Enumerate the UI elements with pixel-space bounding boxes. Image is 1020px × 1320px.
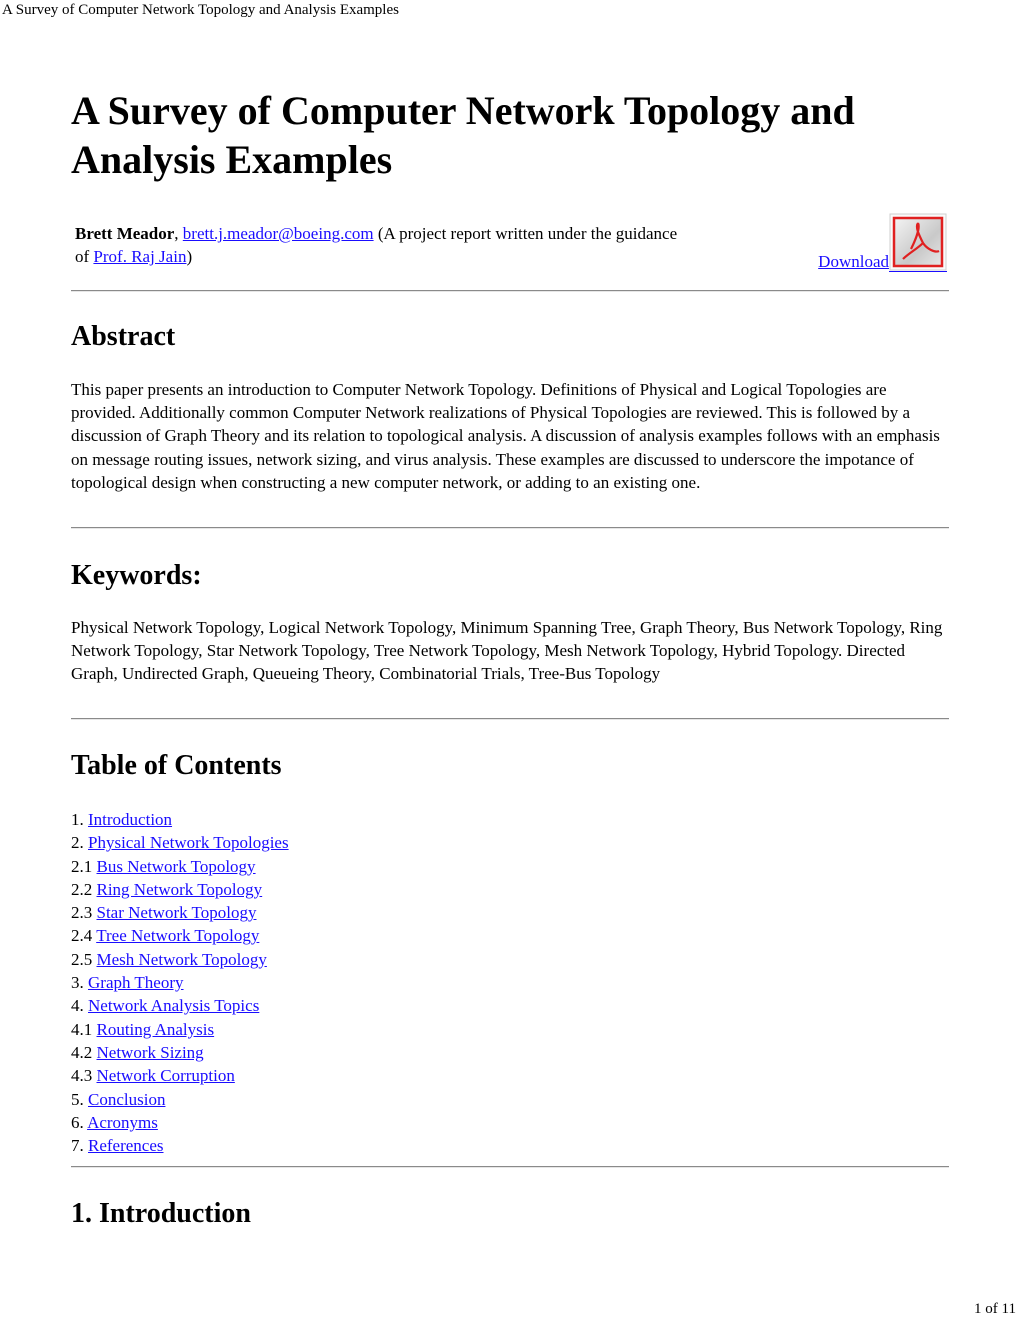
- toc-number: 3.: [71, 973, 84, 993]
- download-label: Download: [818, 252, 889, 271]
- table-of-contents: 1. Introduction 2. Physical Network Topo…: [71, 808, 289, 1157]
- toc-item-star-network-topology: 2.3 Star Network Topology: [71, 901, 289, 924]
- toc-item-graph-theory: 3. Graph Theory: [71, 971, 289, 994]
- author-email-link[interactable]: brett.j.meador@boeing.com: [183, 224, 374, 243]
- toc-link[interactable]: Acronyms: [87, 1113, 158, 1132]
- toc-link[interactable]: Bus Network Topology: [97, 857, 256, 876]
- toc-item-physical-network-topologies: 2. Physical Network Topologies: [71, 831, 289, 854]
- toc-number: 6.: [71, 1112, 84, 1132]
- toc-item-network-sizing: 4.2 Network Sizing: [71, 1041, 289, 1064]
- keywords-text: Physical Network Topology, Logical Netwo…: [71, 618, 943, 684]
- toc-link[interactable]: Introduction: [88, 810, 172, 829]
- toc-item-references: 7. References: [71, 1134, 289, 1157]
- toc-link[interactable]: Tree Network Topology: [96, 926, 259, 945]
- toc-number: 4.1: [71, 1019, 93, 1039]
- toc-link[interactable]: Ring Network Topology: [97, 880, 263, 899]
- toc-heading: Table of Contents: [71, 750, 282, 781]
- author-note-suffix: ): [186, 247, 193, 266]
- keywords-heading: Keywords:: [71, 560, 202, 591]
- toc-number: 7.: [71, 1136, 84, 1156]
- toc-number: 2.4: [71, 926, 93, 946]
- divider: [71, 718, 949, 720]
- toc-number: 4.: [71, 996, 84, 1016]
- toc-number: 2.1: [71, 856, 93, 876]
- toc-item-network-corruption: 4.3 Network Corruption: [71, 1064, 289, 1087]
- toc-item-routing-analysis: 4.1 Routing Analysis: [71, 1018, 289, 1041]
- download-area: Download: [818, 213, 947, 272]
- toc-number: 4.2: [71, 1042, 93, 1062]
- toc-item-introduction: 1. Introduction: [71, 808, 289, 831]
- toc-link[interactable]: Routing Analysis: [97, 1020, 215, 1039]
- toc-item-ring-network-topology: 2.2 Ring Network Topology: [71, 878, 289, 901]
- document-title: A Survey of Computer Network Topology an…: [71, 88, 855, 182]
- toc-item-network-analysis-topics: 4. Network Analysis Topics: [71, 994, 289, 1017]
- toc-link[interactable]: Mesh Network Topology: [97, 950, 267, 969]
- toc-item-bus-network-topology: 2.1 Bus Network Topology: [71, 855, 289, 878]
- divider: [71, 527, 949, 529]
- divider: [71, 290, 949, 292]
- toc-link[interactable]: References: [88, 1136, 164, 1155]
- author-separator: ,: [174, 224, 179, 243]
- toc-number: 2.: [71, 833, 84, 853]
- toc-item-mesh-network-topology: 2.5 Mesh Network Topology: [71, 948, 289, 971]
- toc-item-acronyms: 6. Acronyms: [71, 1111, 289, 1134]
- toc-link[interactable]: Graph Theory: [88, 973, 184, 992]
- toc-number: 1.: [71, 810, 84, 829]
- toc-number: 5.: [71, 1089, 84, 1109]
- toc-link[interactable]: Network Analysis Topics: [88, 996, 259, 1015]
- author-name: Brett Meador: [75, 224, 175, 243]
- introduction-heading: 1. Introduction: [71, 1198, 251, 1229]
- divider: [71, 1166, 949, 1168]
- download-link[interactable]: Download: [818, 213, 947, 272]
- advisor-link[interactable]: Prof. Raj Jain: [93, 247, 186, 266]
- abstract-heading: Abstract: [71, 321, 176, 352]
- toc-link[interactable]: Conclusion: [88, 1090, 165, 1109]
- toc-number: 2.2: [71, 879, 93, 899]
- toc-number: 2.3: [71, 903, 93, 923]
- abstract-text: This paper presents an introduction to C…: [71, 380, 940, 492]
- page-indicator: 1 of 11: [974, 1301, 1016, 1317]
- pdf-icon: [889, 213, 947, 272]
- toc-item-conclusion: 5. Conclusion: [71, 1088, 289, 1111]
- toc-link[interactable]: Network Sizing: [97, 1043, 204, 1062]
- author-block: Brett Meador, brett.j.meador@boeing.com …: [75, 222, 695, 268]
- toc-item-tree-network-topology: 2.4 Tree Network Topology: [71, 924, 289, 947]
- toc-number: 4.3: [71, 1066, 93, 1086]
- toc-link[interactable]: Physical Network Topologies: [88, 833, 289, 852]
- page-header-title: A Survey of Computer Network Topology an…: [2, 2, 399, 18]
- toc-number: 2.5: [71, 949, 93, 969]
- toc-link[interactable]: Star Network Topology: [97, 903, 257, 922]
- toc-link[interactable]: Network Corruption: [97, 1066, 235, 1085]
